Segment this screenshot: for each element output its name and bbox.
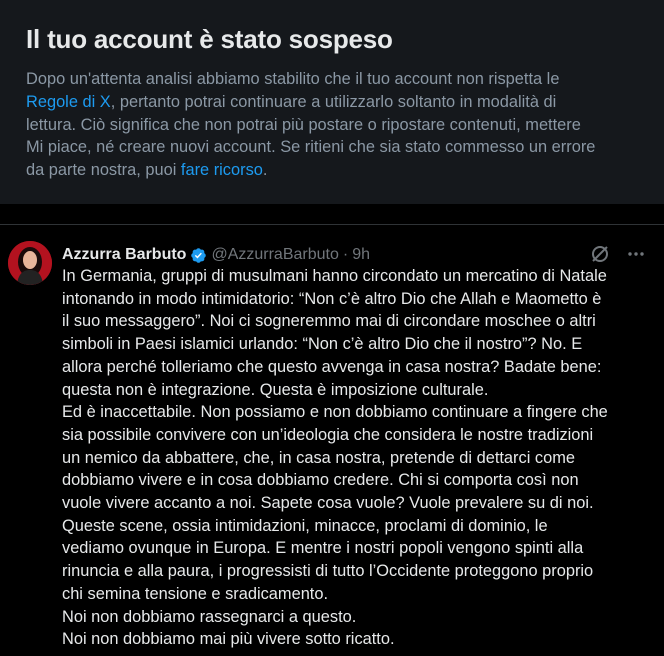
- tweet-line: In Germania, gruppi di musulmani hanno c…: [62, 267, 607, 285]
- tweet-line: il suo messaggero”. Noi ci sogneremmo ma…: [62, 312, 596, 331]
- tweet-line: dobbiamo vivere e in cosa dobbiamo crede…: [62, 471, 579, 490]
- tweet-text: In Germania, gruppi di musulmani hanno c…: [62, 265, 642, 651]
- author-name[interactable]: Azzurra Barbuto: [62, 246, 186, 264]
- tweet-line: intonando in modo intimidatorio: “Non c’…: [62, 289, 602, 308]
- tweet-line: Noi non dobbiamo mai più vivere sotto ri…: [62, 630, 395, 649]
- more-icon[interactable]: [626, 244, 646, 264]
- notice-title: Il tuo account è stato sospeso: [26, 24, 393, 54]
- notice-text-5: da parte nostra, puoi: [26, 161, 181, 180]
- tweet-actions: [590, 244, 646, 264]
- grok-icon[interactable]: [590, 244, 610, 264]
- tweet-line: vuole vivere accanto a noi. Sapete cosa …: [62, 494, 594, 513]
- tweet-line: sia possibile convivere con un’ideologia…: [62, 425, 594, 444]
- tweet-line: Queste scene, ossia intimidazioni, minac…: [62, 516, 548, 535]
- notice-text-1: Dopo un'attenta analisi abbiamo stabilit…: [26, 70, 560, 88]
- tweet-header: Azzurra Barbuto @AzzurraBarbuto · 9h: [62, 245, 370, 265]
- tweet-line: simboli in Paesi islamici urlando: “Non …: [62, 335, 583, 354]
- rules-link[interactable]: Regole di X: [26, 93, 111, 111]
- tweet-line: questa non è integrazione. Questa è impo…: [62, 380, 489, 399]
- tweet-line: rinuncia e alla paura, i progressisti di…: [62, 562, 594, 581]
- appeal-link[interactable]: fare ricorso: [181, 161, 263, 179]
- tweet-line: chi semina tensione e sradicamento.: [62, 584, 329, 603]
- notice-text-6: .: [262, 161, 268, 180]
- suspension-notice: Il tuo account è stato sospeso Dopo un'a…: [0, 0, 664, 204]
- divider: [0, 224, 664, 225]
- tweet-line: Noi non dobbiamo rassegnarci a questo.: [62, 607, 357, 626]
- avatar[interactable]: [8, 241, 52, 285]
- notice-text-4: Mi piace, né creare nuovi account. Se ri…: [26, 138, 596, 157]
- post-time[interactable]: 9h: [352, 246, 370, 264]
- notice-text-2: , pertanto potrai continuare a utilizzar…: [110, 92, 557, 111]
- notice-body: Dopo un'attenta analisi abbiamo stabilit…: [26, 68, 636, 182]
- separator-dot: ·: [342, 246, 349, 263]
- tweet-line: un nemico da abbattere, che, in casa nos…: [62, 448, 575, 467]
- author-handle[interactable]: @AzzurraBarbuto: [211, 246, 338, 264]
- tweet-line: Ed è inaccettabile. Non possiamo e non d…: [62, 403, 608, 422]
- tweet-line: vediamo ovunque in Europa. E mentre i no…: [62, 539, 584, 558]
- notice-text-3: lettura. Ciò significa che non potrai pi…: [26, 115, 581, 134]
- verified-badge-icon: [191, 247, 207, 263]
- tweet-line: allora perché tolleriamo che questo avve…: [62, 357, 602, 376]
